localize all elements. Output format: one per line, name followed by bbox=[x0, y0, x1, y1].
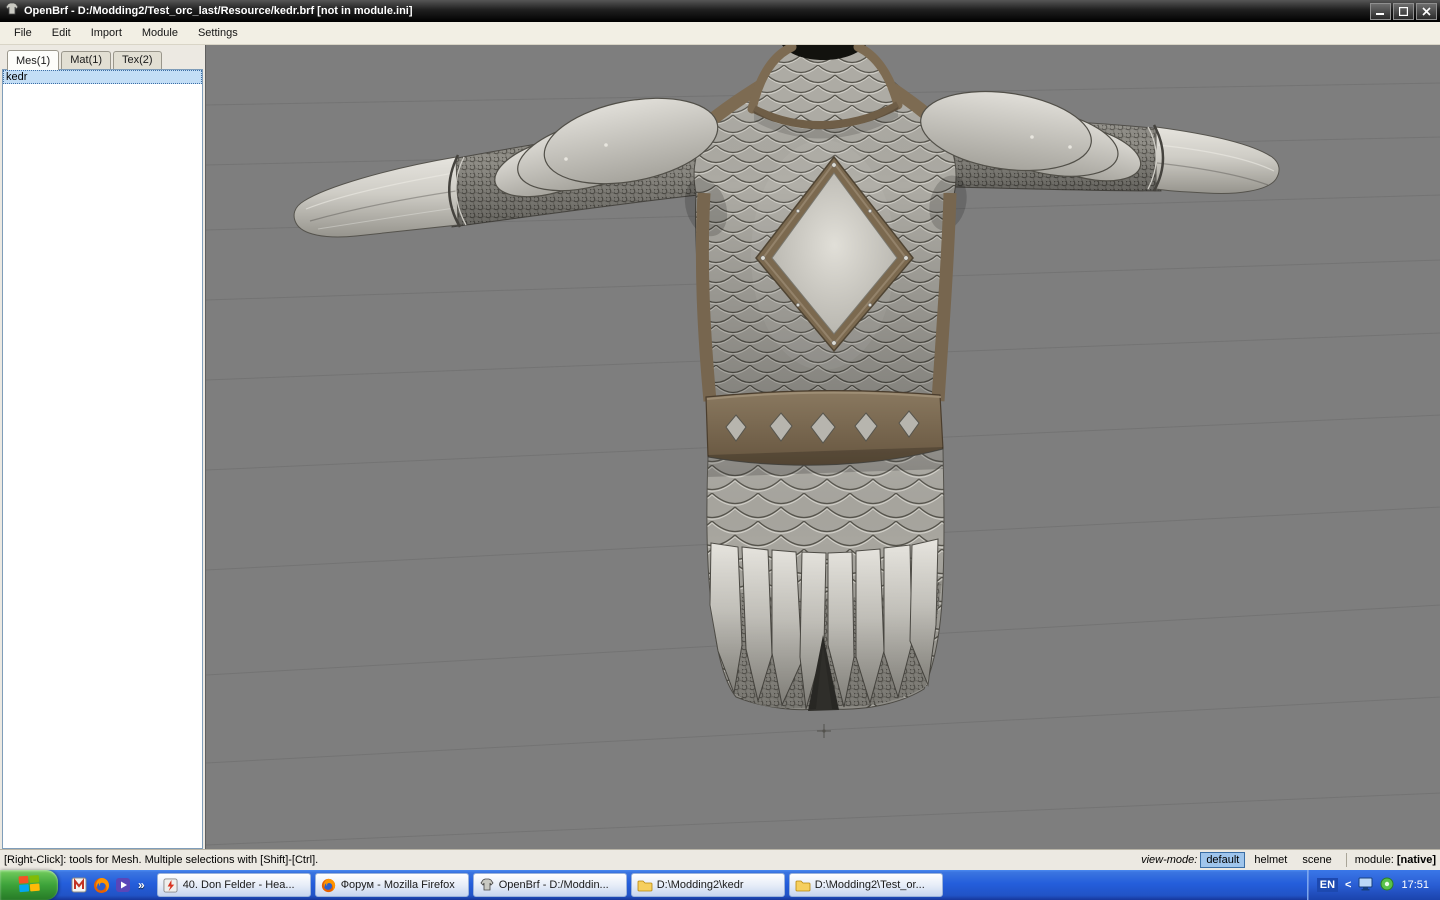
menu-import[interactable]: Import bbox=[81, 23, 132, 43]
taskbar-button-firefox[interactable]: Форум - Mozilla Firefox bbox=[315, 873, 469, 897]
app-icon bbox=[5, 2, 19, 21]
system-tray: EN < 17:51 bbox=[1307, 870, 1440, 900]
status-hint: [Right-Click]: tools for Mesh. Multiple … bbox=[4, 854, 318, 866]
window-title: OpenBrf - D:/Modding2/Test_orc_last/Reso… bbox=[24, 5, 1365, 17]
firefox-icon bbox=[321, 877, 337, 893]
taskbar-button-winamp[interactable]: 40. Don Felder - Hea... bbox=[157, 873, 311, 897]
status-separator bbox=[1346, 853, 1347, 867]
menu-file[interactable]: File bbox=[4, 23, 42, 43]
folder-icon bbox=[637, 877, 653, 893]
view-mode-label: view-mode: bbox=[1141, 854, 1197, 866]
taskbar-button-openbrf[interactable]: OpenBrf - D:/Moddin... bbox=[473, 873, 627, 897]
armor-mesh-preview bbox=[206, 45, 1440, 849]
display-tray-icon[interactable] bbox=[1358, 877, 1373, 894]
winamp-icon bbox=[163, 877, 179, 893]
antivirus-tray-icon[interactable] bbox=[1380, 877, 1394, 894]
menu-edit[interactable]: Edit bbox=[42, 23, 81, 43]
quick-launch: » bbox=[62, 876, 153, 894]
quicklaunch-media-player-icon[interactable] bbox=[114, 876, 132, 894]
windows-logo-icon bbox=[17, 873, 41, 898]
statusbar: [Right-Click]: tools for Mesh. Multiple … bbox=[0, 849, 1440, 870]
menubar: File Edit Import Module Settings bbox=[0, 22, 1440, 45]
quicklaunch-overflow-chevron[interactable]: » bbox=[136, 878, 147, 892]
openbrf-icon bbox=[479, 877, 495, 893]
quicklaunch-firefox-icon[interactable] bbox=[92, 876, 110, 894]
window-controls bbox=[1370, 3, 1437, 20]
taskbar-button-folder-test[interactable]: D:\Modding2\Test_or... bbox=[789, 873, 943, 897]
menu-module[interactable]: Module bbox=[132, 23, 188, 43]
titlebar: OpenBrf - D:/Modding2/Test_orc_last/Reso… bbox=[0, 0, 1440, 22]
view-mode-area: view-mode: default helmet scene module: … bbox=[1141, 852, 1436, 868]
close-button[interactable] bbox=[1416, 3, 1437, 20]
view-mode-scene-button[interactable]: scene bbox=[1296, 852, 1337, 868]
resource-panel: Mes(1) Mat(1) Tex(2) kedr bbox=[0, 45, 205, 849]
tab-meshes[interactable]: Mes(1) bbox=[7, 50, 59, 70]
minimize-button[interactable] bbox=[1370, 3, 1391, 20]
main-area: Mes(1) Mat(1) Tex(2) kedr bbox=[0, 45, 1440, 849]
module-value: [native] bbox=[1397, 854, 1436, 866]
resource-tabs: Mes(1) Mat(1) Tex(2) bbox=[2, 47, 203, 69]
menu-settings[interactable]: Settings bbox=[188, 23, 248, 43]
taskbar: » 40. Don Felder - Hea... Форум - Mozill… bbox=[0, 870, 1440, 900]
view-mode-helmet-button[interactable]: helmet bbox=[1248, 852, 1293, 868]
mesh-list[interactable]: kedr bbox=[2, 69, 203, 849]
taskbar-button-folder-kedr[interactable]: D:\Modding2\kedr bbox=[631, 873, 785, 897]
openbrf-window: OpenBrf - D:/Modding2/Test_orc_last/Reso… bbox=[0, 0, 1440, 900]
maximize-button[interactable] bbox=[1393, 3, 1414, 20]
view-mode-default-button[interactable]: default bbox=[1200, 852, 1245, 868]
list-item-kedr[interactable]: kedr bbox=[3, 70, 202, 84]
viewport-3d[interactable] bbox=[205, 45, 1440, 849]
quicklaunch-app-icon[interactable] bbox=[70, 876, 88, 894]
module-label: module: bbox=[1355, 854, 1394, 866]
start-button[interactable] bbox=[0, 870, 58, 900]
tab-materials[interactable]: Mat(1) bbox=[61, 51, 111, 69]
language-indicator[interactable]: EN bbox=[1317, 878, 1338, 892]
folder-icon bbox=[795, 877, 811, 893]
armor-model bbox=[294, 45, 1279, 711]
tray-collapse-chevron[interactable]: < bbox=[1345, 879, 1351, 891]
origin-marker bbox=[817, 724, 831, 738]
clock[interactable]: 17:51 bbox=[1401, 879, 1429, 891]
tab-textures[interactable]: Tex(2) bbox=[113, 51, 162, 69]
